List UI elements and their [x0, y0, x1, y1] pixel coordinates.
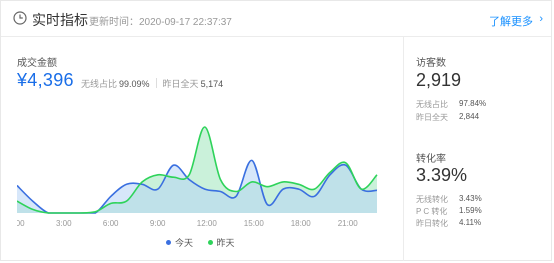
card-title: 实时指标 — [32, 12, 88, 28]
conversion-pc-row: P C 转化 1.59% — [416, 206, 546, 217]
chart-legend: 今天 昨天 — [166, 236, 247, 249]
conversion-value: 3.39% — [416, 165, 468, 185]
gmv-label: 成交金额 — [17, 58, 57, 69]
visitors-yesterday-row: 昨日全天 2,844 — [416, 112, 546, 123]
metrics-panel: 访客数 2,919 无线占比 97.84% 昨日全天 2,844 转化率 3.39%… — [404, 37, 553, 261]
x-tick-label: 15:00 — [244, 219, 265, 228]
chevron-right-icon[interactable]: › — [539, 13, 543, 25]
today-dot-icon — [166, 240, 171, 245]
x-tick-label: 6:00 — [103, 219, 119, 228]
gmv-yesterday-value: 5,174 — [200, 79, 224, 89]
gmv-wireless-label: 无线占比 — [81, 79, 118, 89]
conversion-yesterday-label: 昨日转化 — [416, 219, 448, 228]
x-tick-label: 0:00 — [17, 219, 25, 228]
legend-yesterday-label: 昨天 — [216, 238, 235, 248]
clock-icon — [13, 11, 27, 25]
visitors-wireless-label: 无线占比 — [416, 100, 448, 109]
update-time-value: 2020-09-17 22:37:37 — [139, 17, 232, 28]
gmv-panel: 成交金额 ¥4,396 无线占比99.09% 昨日全天5,174 0:00 3:00… — [1, 37, 404, 261]
visitors-label: 访客数 — [416, 58, 446, 69]
divider — [155, 78, 157, 88]
legend-item-today[interactable]: 今天 — [166, 236, 193, 249]
x-tick-label: 3:00 — [56, 219, 72, 228]
yesterday-dot-icon — [207, 240, 213, 245]
visitors-yesterday-value: 2,844 — [459, 112, 480, 121]
hourly-trend-chart: 0:00 3:00 6:00 9:00 12:00 15:00 18:00 21:00 — [17, 126, 378, 228]
gmv-wireless-value: 99.09% — [119, 79, 150, 89]
x-tick-label: 12:00 — [197, 219, 218, 228]
realtime-metrics-card: 实时指标 更新时间：2020-09-17 22:37:37 了解更多 › 成交金… — [0, 0, 552, 261]
gmv-value: ¥4,396 — [17, 70, 74, 90]
learn-more-link[interactable]: 了解更多 — [489, 13, 533, 29]
x-tick-label: 21:00 — [338, 219, 359, 228]
gmv-yesterday-label: 昨日全天 — [162, 79, 199, 89]
conversion-label: 转化率 — [416, 154, 446, 165]
x-tick-label: 9:00 — [150, 219, 166, 228]
visitors-wireless-value: 97.84% — [459, 99, 487, 108]
conversion-wireless-value: 3.43% — [459, 194, 482, 203]
conversion-wireless-label: 无线转化 — [416, 195, 448, 204]
conversion-yesterday-row: 昨日转化 4.11% — [416, 218, 546, 229]
visitors-value: 2,919 — [416, 70, 462, 90]
legend-item-yesterday[interactable]: 昨天 — [207, 236, 235, 249]
update-time-label: 更新时间： — [89, 17, 139, 28]
conversion-wireless-row: 无线转化 3.43% — [416, 194, 546, 205]
conversion-pc-label: P C 转化 — [416, 207, 448, 216]
update-time: 更新时间：2020-09-17 22:37:37 — [89, 13, 232, 28]
gmv-subinfo: 无线占比 99.09% 昨日全天 5,174 — [81, 77, 223, 90]
x-tick-label: 18:00 — [291, 219, 312, 228]
conversion-pc-value: 1.59% — [459, 206, 482, 215]
card-header: 实时指标 更新时间：2020-09-17 22:37:37 了解更多 › — [1, 1, 551, 37]
legend-today-label: 今天 — [175, 238, 194, 248]
visitors-yesterday-label: 昨日全天 — [416, 113, 448, 122]
conversion-yesterday-value: 4.11% — [459, 218, 482, 227]
visitors-wireless-row: 无线占比 97.84% — [416, 99, 546, 110]
